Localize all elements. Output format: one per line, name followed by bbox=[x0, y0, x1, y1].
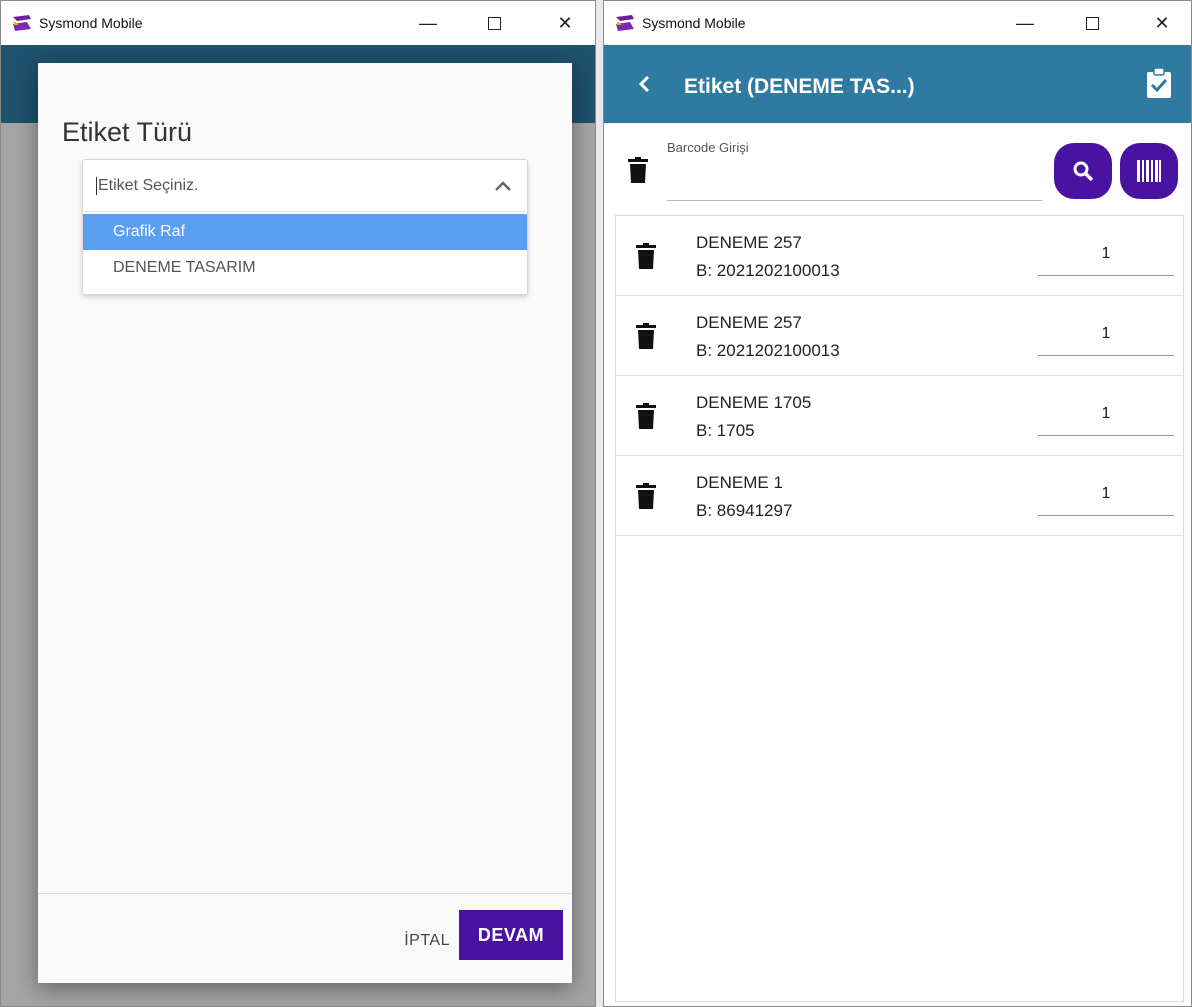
label-type-dialog: Etiket Türü Etiket Seçiniz. Grafik Raf D… bbox=[38, 63, 572, 983]
barcode-label: Barcode Girişi bbox=[667, 140, 749, 155]
trash-icon bbox=[636, 323, 656, 349]
page-title: Etiket (DENEME TAS...) bbox=[684, 75, 915, 98]
main-panel: Barcode Girişi DENEME 257 B: 20212021000… bbox=[604, 123, 1191, 1006]
maximize-icon bbox=[487, 16, 501, 30]
right-window: Sysmond Mobile — ✕ Etiket (DENEME TAS...… bbox=[603, 0, 1192, 1007]
cancel-button[interactable]: İPTAL bbox=[404, 932, 450, 950]
label-type-select[interactable]: Etiket Seçiniz. Grafik Raf DENEME TASARI… bbox=[82, 159, 528, 295]
scan-barcode-button[interactable] bbox=[1120, 143, 1178, 199]
chevron-up-icon[interactable] bbox=[491, 174, 515, 198]
app-logo-icon bbox=[616, 15, 634, 31]
search-button[interactable] bbox=[1054, 143, 1112, 199]
delete-item-button[interactable] bbox=[636, 403, 656, 429]
maximize-button[interactable] bbox=[1069, 1, 1115, 45]
delete-item-button[interactable] bbox=[636, 243, 656, 269]
select-placeholder: Etiket Seçiniz. bbox=[96, 177, 199, 195]
quantity-input[interactable]: 1 bbox=[1038, 232, 1174, 276]
clipboard-check-icon[interactable] bbox=[1145, 67, 1173, 99]
list-item: DENEME 257 B: 2021202100013 1 bbox=[616, 216, 1183, 296]
continue-button[interactable]: DEVAM bbox=[459, 910, 563, 960]
dialog-footer: İPTAL DEVAM bbox=[38, 893, 572, 983]
label-item-list: DENEME 257 B: 2021202100013 1 DENEME 257… bbox=[615, 215, 1184, 1002]
quantity-input[interactable]: 1 bbox=[1038, 472, 1174, 516]
barcode-icon bbox=[1137, 160, 1161, 182]
trash-icon bbox=[636, 243, 656, 269]
trash-icon bbox=[636, 403, 656, 429]
item-barcode: B: 86941297 bbox=[696, 501, 793, 520]
clear-all-button[interactable] bbox=[628, 157, 648, 183]
app-title: Sysmond Mobile bbox=[642, 15, 746, 31]
option-deneme-tasarim[interactable]: DENEME TASARIM bbox=[83, 250, 527, 286]
list-item: DENEME 1 B: 86941297 1 bbox=[616, 456, 1183, 536]
list-item: DENEME 1705 B: 1705 1 bbox=[616, 376, 1183, 456]
minimize-icon: — bbox=[1016, 12, 1034, 33]
maximize-icon bbox=[1085, 16, 1099, 30]
left-window: Sysmond Mobile — ✕ Etiket Türü Etiket Se… bbox=[0, 0, 596, 1007]
title-bar: Sysmond Mobile — ✕ bbox=[604, 1, 1191, 45]
option-grafik-raf[interactable]: Grafik Raf bbox=[83, 214, 527, 250]
search-icon bbox=[1073, 161, 1094, 182]
minimize-icon: — bbox=[419, 12, 437, 33]
dialog-title: Etiket Türü bbox=[62, 117, 193, 147]
item-barcode: B: 1705 bbox=[696, 421, 755, 440]
minimize-button[interactable]: — bbox=[405, 1, 451, 45]
back-icon[interactable] bbox=[634, 73, 656, 95]
barcode-input[interactable] bbox=[667, 163, 1042, 201]
delete-item-button[interactable] bbox=[636, 483, 656, 509]
app-logo-icon bbox=[13, 15, 31, 31]
item-barcode: B: 2021202100013 bbox=[696, 341, 840, 360]
app-bar: Etiket (DENEME TAS...) bbox=[604, 45, 1191, 123]
title-bar: Sysmond Mobile — ✕ bbox=[1, 1, 595, 45]
select-input[interactable]: Etiket Seçiniz. bbox=[83, 160, 527, 212]
quantity-input[interactable]: 1 bbox=[1038, 312, 1174, 356]
close-button[interactable]: ✕ bbox=[542, 1, 588, 45]
close-icon: ✕ bbox=[1154, 12, 1170, 33]
minimize-button[interactable]: — bbox=[1002, 1, 1048, 45]
close-button[interactable]: ✕ bbox=[1139, 1, 1185, 45]
item-name: DENEME 1 bbox=[696, 473, 783, 492]
maximize-button[interactable] bbox=[471, 1, 517, 45]
item-name: DENEME 257 bbox=[696, 233, 802, 252]
item-name: DENEME 257 bbox=[696, 313, 802, 332]
item-barcode: B: 2021202100013 bbox=[696, 261, 840, 280]
delete-item-button[interactable] bbox=[636, 323, 656, 349]
trash-icon bbox=[636, 483, 656, 509]
quantity-input[interactable]: 1 bbox=[1038, 392, 1174, 436]
close-icon: ✕ bbox=[557, 12, 573, 33]
item-name: DENEME 1705 bbox=[696, 393, 812, 412]
trash-icon bbox=[628, 157, 648, 183]
app-title: Sysmond Mobile bbox=[39, 15, 143, 31]
list-item: DENEME 257 B: 2021202100013 1 bbox=[616, 296, 1183, 376]
